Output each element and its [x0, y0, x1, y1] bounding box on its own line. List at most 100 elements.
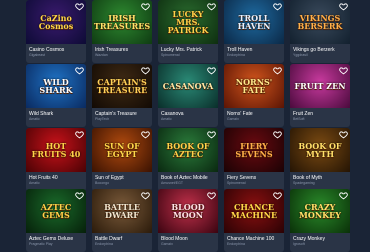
- game-thumbnail[interactable]: VIKINGS BERSERK: [290, 0, 350, 44]
- game-provider: Booongo: [95, 181, 110, 185]
- game-thumbnail[interactable]: SUN OF EGYPT: [92, 128, 152, 172]
- game-card[interactable]: SUN OF EGYPT Sun of Egypt Booongo: [92, 128, 152, 191]
- game-thumbnail[interactable]: FIERY SEVENS: [224, 128, 284, 172]
- game-info: Blood Moon Gamzix: [158, 233, 218, 252]
- game-provider: Yggdrasil: [293, 53, 308, 57]
- game-info: Casanova Amatic: [158, 108, 218, 127]
- game-thumbnail[interactable]: IRISH TREASURES: [92, 0, 152, 44]
- game-thumbnail[interactable]: CRAZY MONKEY: [290, 189, 350, 233]
- game-thumbnail[interactable]: AZTEC GEMS: [26, 189, 86, 233]
- game-provider: Endorphina: [227, 53, 245, 57]
- game-card[interactable]: FRUIT ZEN Fruit Zen BetSoft: [290, 64, 350, 127]
- game-info: Norns' Fate Gamzix: [224, 108, 284, 127]
- game-art-title: AZTEC GEMS: [40, 202, 72, 220]
- game-provider: Spadegaming: [293, 181, 315, 185]
- game-art-title: CASANOVA: [162, 81, 214, 91]
- heart-outline-icon[interactable]: [207, 191, 216, 200]
- game-provider: Gigabeast: [29, 53, 45, 57]
- game-thumbnail[interactable]: CHANCE MACHINE: [224, 189, 284, 233]
- game-thumbnail[interactable]: NORNS' FATE: [224, 64, 284, 108]
- heart-outline-icon[interactable]: [141, 2, 150, 11]
- game-thumbnail[interactable]: FRUIT ZEN: [290, 64, 350, 108]
- game-art-title: CAPTAIN'S TREASURE: [96, 77, 148, 95]
- game-art-title: TROLL HAVEN: [237, 13, 271, 31]
- heart-outline-icon[interactable]: [339, 66, 348, 75]
- game-card[interactable]: HOT FRUITS 40 Hot Fruits 40 Amatic: [26, 128, 86, 191]
- game-provider: Amatic: [29, 181, 40, 185]
- game-art-title: HOT FRUITS 40: [31, 141, 81, 159]
- heart-outline-icon[interactable]: [75, 191, 84, 200]
- heart-outline-icon[interactable]: [75, 130, 84, 139]
- heart-outline-icon[interactable]: [141, 66, 150, 75]
- game-thumbnail[interactable]: CAPTAIN'S TREASURE: [92, 64, 152, 108]
- game-art-title: LUCKY MRS. PATRICK: [167, 9, 209, 35]
- game-art-title: BOOK OF MYTH: [298, 141, 342, 159]
- game-provider: PlayTech: [95, 117, 110, 121]
- heart-outline-icon[interactable]: [273, 66, 282, 75]
- game-thumbnail[interactable]: WILD SHARK: [26, 64, 86, 108]
- heart-outline-icon[interactable]: [207, 2, 216, 11]
- heart-outline-icon[interactable]: [207, 130, 216, 139]
- game-info: Crazy Monkey Igrosoft: [290, 233, 350, 252]
- game-thumbnail[interactable]: BATTLE DWARF: [92, 189, 152, 233]
- game-card[interactable]: FIERY SEVENS Fiery Sevens Spinomenal: [224, 128, 284, 191]
- game-card[interactable]: WILD SHARK Wild Shark Amatic: [26, 64, 86, 127]
- game-provider: Wazdan: [95, 53, 108, 57]
- game-info: Irish Treasures Wazdan: [92, 44, 152, 63]
- game-provider: Spinomenal: [227, 181, 246, 185]
- heart-outline-icon[interactable]: [339, 2, 348, 11]
- game-thumbnail[interactable]: BLOOD MOON: [158, 189, 218, 233]
- heart-outline-icon[interactable]: [141, 191, 150, 200]
- game-card[interactable]: BLOOD MOON Blood Moon Gamzix: [158, 189, 218, 252]
- game-thumbnail[interactable]: TROLL HAVEN: [224, 0, 284, 44]
- game-provider: Endorphina: [227, 242, 245, 246]
- game-art-title: BLOOD MOON: [171, 202, 205, 220]
- game-thumbnail[interactable]: BOOK OF AZTEC: [158, 128, 218, 172]
- game-provider: Gamzix: [161, 242, 173, 246]
- game-card[interactable]: VIKINGS BERSERK Vikings go Berzerk Yggdras…: [290, 0, 350, 63]
- game-card[interactable]: IRISH TREASURES Irish Treasures Wazdan: [92, 0, 152, 63]
- heart-outline-icon[interactable]: [207, 66, 216, 75]
- game-provider: BetSoft: [293, 117, 305, 121]
- game-art-title: FIERY SEVENS: [235, 141, 273, 159]
- heart-outline-icon[interactable]: [273, 130, 282, 139]
- game-card[interactable]: BOOK OF MYTH Book of Myth Spadegaming: [290, 128, 350, 191]
- game-art-title: CRAZY MONKEY: [299, 202, 341, 220]
- heart-outline-icon[interactable]: [273, 191, 282, 200]
- game-info: Battle Dwarf Endorphina: [92, 233, 152, 252]
- game-card[interactable]: LUCKY MRS. PATRICK Lucky Mrs. Patrick Spin…: [158, 0, 218, 63]
- game-card[interactable]: CRAZY MONKEY Crazy Monkey Igrosoft: [290, 189, 350, 252]
- game-thumbnail[interactable]: CaZino Cosmos: [26, 0, 86, 44]
- game-info: Captain's Treasure PlayTech: [92, 108, 152, 127]
- game-thumbnail[interactable]: BOOK OF MYTH: [290, 128, 350, 172]
- game-art-title: BATTLE DWARF: [104, 202, 140, 220]
- game-art-title: CHANCE MACHINE: [230, 202, 278, 220]
- game-thumbnail[interactable]: HOT FRUITS 40: [26, 128, 86, 172]
- game-card[interactable]: BATTLE DWARF Battle Dwarf Endorphina: [92, 189, 152, 252]
- game-card[interactable]: CAPTAIN'S TREASURE Captain's Treasure Play…: [92, 64, 152, 127]
- game-art-title: WILD SHARK: [39, 77, 73, 95]
- heart-outline-icon[interactable]: [339, 191, 348, 200]
- game-card[interactable]: TROLL HAVEN Troll Haven Endorphina: [224, 0, 284, 63]
- game-card[interactable]: BOOK OF AZTEC Book of Aztec Mobile Amusnet…: [158, 128, 218, 191]
- game-thumbnail[interactable]: CASANOVA: [158, 64, 218, 108]
- game-art-title: SUN OF EGYPT: [104, 141, 140, 159]
- game-card[interactable]: AZTEC GEMS Aztec Gems Deluxe Pragmatic Pla…: [26, 189, 86, 252]
- heart-outline-icon[interactable]: [75, 66, 84, 75]
- heart-outline-icon[interactable]: [339, 130, 348, 139]
- game-provider: Amusnet/EGT: [161, 181, 183, 185]
- game-card[interactable]: CASANOVA Casanova Amatic: [158, 64, 218, 127]
- game-info: Wild Shark Amatic: [26, 108, 86, 127]
- heart-outline-icon[interactable]: [75, 2, 84, 11]
- game-provider: Amatic: [161, 117, 172, 121]
- game-card[interactable]: NORNS' FATE Norns' Fate Gamzix: [224, 64, 284, 127]
- game-info: Aztec Gems Deluxe Pragmatic Play: [26, 233, 86, 252]
- game-info: Fruit Zen BetSoft: [290, 108, 350, 127]
- heart-outline-icon[interactable]: [273, 2, 282, 11]
- game-card[interactable]: CaZino Cosmos Casino Cosmos Gigabeast: [26, 0, 86, 63]
- game-card[interactable]: CHANCE MACHINE Chance Machine 100 Endorphi…: [224, 189, 284, 252]
- game-thumbnail[interactable]: LUCKY MRS. PATRICK: [158, 0, 218, 44]
- heart-outline-icon[interactable]: [141, 130, 150, 139]
- game-info: Casino Cosmos Gigabeast: [26, 44, 86, 63]
- game-art-title: FRUIT ZEN: [294, 81, 346, 91]
